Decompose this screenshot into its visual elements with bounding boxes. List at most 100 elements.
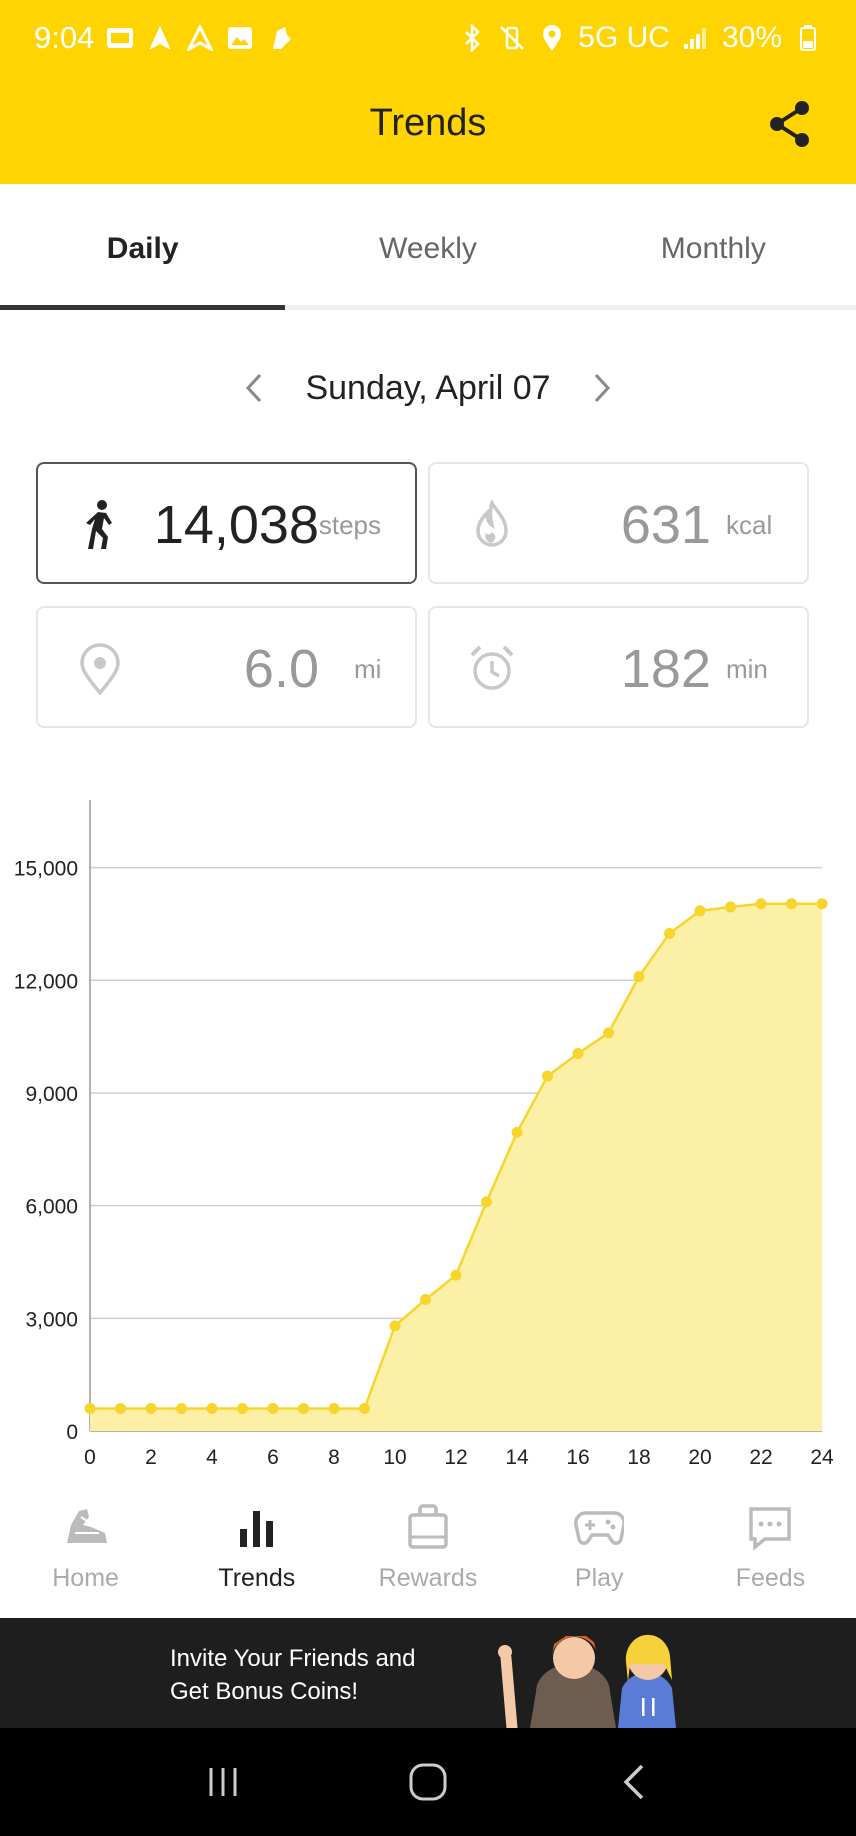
y-tick-label: 3,000 [25,1308,78,1331]
x-tick-label: 18 [627,1446,650,1469]
data-point [115,1402,126,1414]
data-point [328,1402,340,1414]
x-tick-label: 16 [566,1446,589,1469]
signal-icon [682,24,710,52]
tab-monthly[interactable]: Monthly [571,184,856,305]
alarm-clock-icon [468,643,516,695]
data-point [237,1402,248,1414]
data-point [176,1402,187,1414]
data-point [542,1070,553,1082]
date-navigator: Sunday, April 07 [0,360,856,416]
bluetooth-icon [458,24,486,52]
network-type: 5G UC [578,21,670,54]
distance-card[interactable]: 6.0 mi [36,606,417,728]
y-tick-label: 6,000 [25,1196,78,1219]
nav-play[interactable]: Play [514,1490,685,1618]
back-icon [623,1764,644,1800]
gamepad-icon [574,1502,625,1552]
app-icon [266,24,294,52]
data-point [603,1027,614,1039]
calories-value: 631 [620,495,711,555]
steps-card[interactable]: 14,038 steps [36,462,417,584]
bar-chart-icon [232,1502,282,1552]
invite-banner[interactable]: Invite Your Friends and Get Bonus Coins! [0,1618,856,1728]
series-area [90,903,822,1431]
data-point [481,1196,492,1208]
previous-day-button[interactable] [239,370,269,406]
status-bar: 9:04 5G UC 30% [0,0,856,76]
banner-line-1: Invite Your Friends and [170,1645,416,1672]
nav-rewards[interactable]: Rewards [342,1490,513,1618]
distance-unit: mi [354,654,382,684]
gallery-icon [226,24,254,52]
x-tick-label: 8 [328,1446,340,1469]
nav-play-label: Play [574,1564,624,1592]
x-tick-label: 2 [145,1446,157,1469]
duration-unit: min [726,654,768,684]
shopping-bag-icon [403,1502,453,1552]
battery-percent: 30% [721,21,782,54]
banner-text: Invite Your Friends and Get Bonus Coins! [170,1642,490,1708]
home-circle-icon [409,1763,447,1801]
data-point [755,898,767,910]
x-tick-label: 24 [810,1446,834,1469]
nav-feeds[interactable]: Feeds [685,1490,856,1618]
nav-trends-label: Trends [218,1564,296,1592]
x-tick-label: 10 [383,1446,406,1469]
chat-bubble-icon [745,1502,795,1552]
chevron-right-icon [594,373,610,403]
x-tick-label: 12 [444,1446,467,1469]
recent-apps-icon [209,1768,237,1796]
nav-feeds-label: Feeds [735,1564,806,1592]
data-point [267,1402,279,1414]
calories-card[interactable]: 631 kcal [428,462,809,584]
data-point [786,898,797,910]
period-tabs: Daily Weekly Monthly [0,184,856,310]
navigation-icon [146,24,174,52]
tab-weekly[interactable]: Weekly [285,184,570,305]
x-tick-label: 14 [505,1446,529,1469]
sneaker-icon [61,1502,111,1552]
bottom-navigation: Home Trends Rewards Play Feeds [0,1490,856,1618]
nav-home[interactable]: Home [0,1490,171,1618]
friends-illustration [498,1634,676,1728]
data-point [359,1402,370,1414]
x-tick-label: 22 [749,1446,772,1469]
banner-line-2: Get Bonus Coins! [170,1678,359,1705]
walking-icon [76,499,124,551]
back-button[interactable] [603,1752,663,1812]
steps-chart: 0 3,000 6,000 9,000 12,000 15,000 0 2 4 6 8 10 12 14 1… [0,790,856,1470]
calories-unit: kcal [726,510,773,540]
recent-apps-button[interactable] [193,1752,253,1812]
distance-value: 6.0 [243,639,319,699]
home-button[interactable] [398,1752,458,1812]
nav-home-label: Home [52,1564,119,1592]
duration-card[interactable]: 182 min [428,606,809,728]
data-point [725,901,736,913]
next-day-button[interactable] [587,370,617,406]
location-pin-icon [76,643,124,696]
y-tick-label: 9,000 [25,1083,78,1106]
data-point [298,1402,309,1414]
battery-icon [794,24,822,52]
steps-area-chart: 03,0006,0009,00012,00015,0000 2 4 6 8 10 12 14 1… [14,800,834,1469]
data-point [206,1402,218,1414]
notification-icon [106,24,134,52]
data-point [511,1126,523,1138]
data-point [450,1269,462,1281]
status-time: 9:04 [34,20,95,55]
data-point [389,1320,401,1332]
data-point [664,927,675,939]
tab-daily[interactable]: Daily [0,184,286,310]
y-tick-label: 15,000 [14,858,78,881]
nav-trends[interactable]: Trends [171,1490,342,1618]
y-tick-label: 0 [66,1421,78,1444]
data-point [84,1402,96,1414]
data-point [633,971,645,983]
current-date: Sunday, April 07 [305,368,551,407]
x-tick-label: 20 [688,1446,711,1469]
location-icon [538,24,566,52]
share-button[interactable] [764,98,816,150]
data-point [572,1048,584,1060]
vibrate-mute-icon [498,24,526,52]
